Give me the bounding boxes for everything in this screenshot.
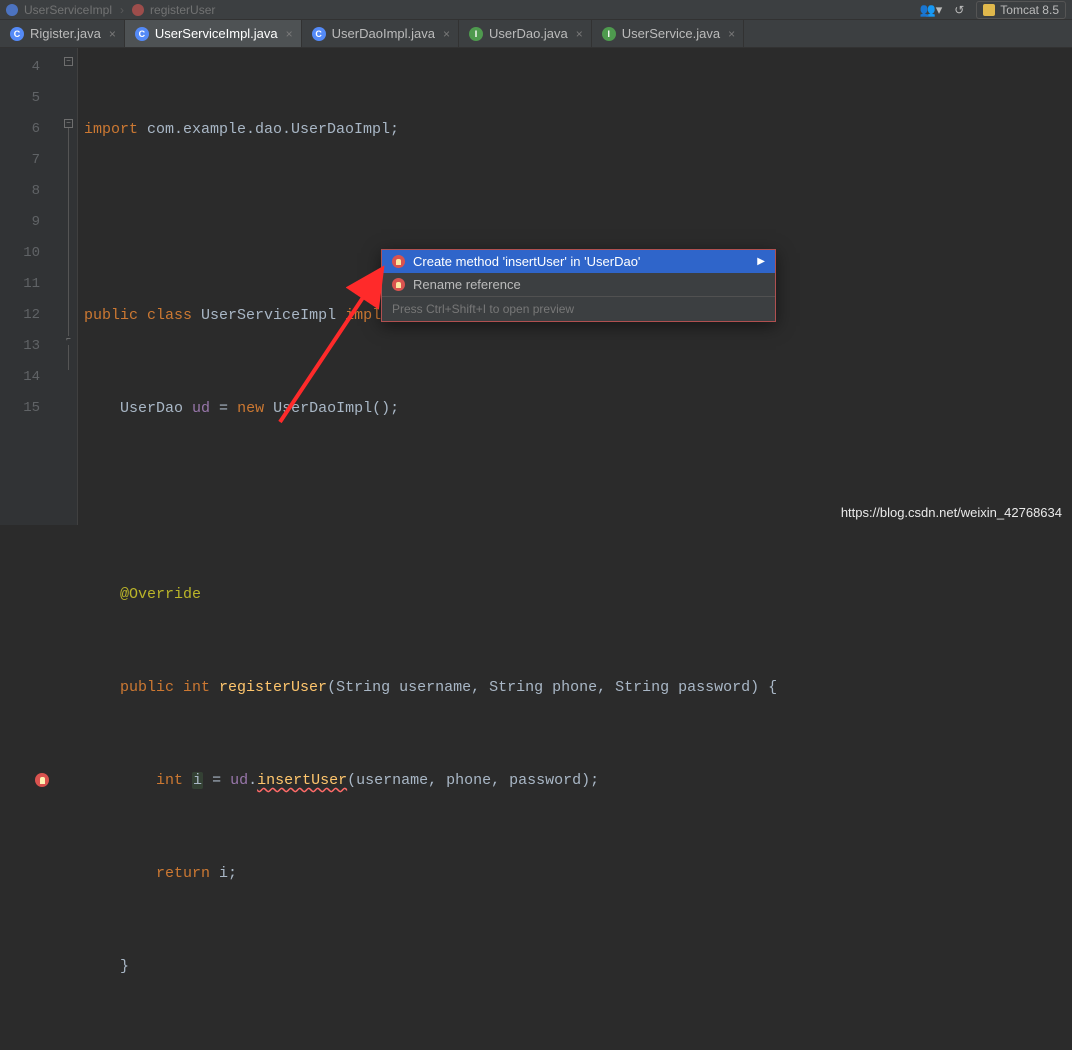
error-bulb-icon: [392, 255, 405, 268]
close-icon[interactable]: ×: [109, 27, 116, 41]
class-file-icon: C: [135, 27, 149, 41]
interface-file-icon: I: [602, 27, 616, 41]
code-field-ref: ud: [230, 772, 248, 789]
line-number: 10: [0, 238, 40, 269]
error-bulb-icon[interactable]: [35, 773, 49, 787]
intention-hint: Press Ctrl+Shift+I to open preview: [382, 296, 775, 321]
line-number: 15: [0, 393, 40, 424]
class-file-icon: C: [312, 27, 326, 41]
code-keyword: new: [237, 400, 264, 417]
line-number: 11: [0, 269, 40, 300]
code-unresolved-method: insertUser: [257, 772, 347, 789]
code-text: =: [203, 772, 230, 789]
chevron-right-icon: ▶: [757, 256, 765, 267]
fold-line: [68, 120, 69, 370]
code-text: i;: [210, 865, 237, 882]
line-number: 5: [0, 83, 40, 114]
breadcrumb-method[interactable]: registerUser: [150, 3, 215, 17]
intention-create-method[interactable]: Create method 'insertUser' in 'UserDao' …: [382, 250, 775, 273]
code-keyword: public: [84, 307, 138, 324]
intention-rename-reference[interactable]: Rename reference: [382, 273, 775, 296]
intention-label: Rename reference: [413, 277, 521, 292]
line-number: 12: [0, 300, 40, 331]
code-text: }: [84, 958, 129, 975]
code-class-name: UserServiceImpl: [192, 307, 345, 324]
code-text: UserDao: [84, 400, 192, 417]
fold-toggle[interactable]: −: [64, 119, 73, 128]
code-text: UserDaoImpl();: [264, 400, 399, 417]
code-text: .: [248, 772, 257, 789]
interface-file-icon: I: [469, 27, 483, 41]
close-icon[interactable]: ×: [443, 27, 450, 41]
code-var: i: [192, 772, 203, 789]
line-number: 8: [0, 176, 40, 207]
editor-tabs: C Rigister.java × C UserServiceImpl.java…: [0, 20, 1072, 48]
code-method: registerUser: [210, 679, 327, 696]
code-keyword: public: [84, 679, 174, 696]
close-icon[interactable]: ×: [286, 27, 293, 41]
code-text: [84, 772, 156, 789]
line-number: 4: [0, 52, 40, 83]
tomcat-icon: [983, 4, 995, 16]
users-icon[interactable]: 👥▾: [920, 2, 943, 18]
tab-label: UserServiceImpl.java: [155, 26, 278, 41]
close-icon[interactable]: ×: [728, 27, 735, 41]
method-icon: [132, 4, 144, 16]
code-keyword: import: [84, 121, 138, 138]
tab-label: UserService.java: [622, 26, 720, 41]
code-keyword: class: [147, 307, 192, 324]
tab-userserviceimpl[interactable]: C UserServiceImpl.java ×: [125, 20, 302, 47]
line-number: 7: [0, 145, 40, 176]
error-bulb-icon: [392, 278, 405, 291]
top-bar: UserServiceImpl › registerUser 👥▾ ↺ Tomc…: [0, 0, 1072, 20]
code-field: ud: [192, 400, 210, 417]
line-number: 13: [0, 331, 40, 362]
code-keyword: int: [156, 772, 183, 789]
code-text: com.example.dao.UserDaoImpl;: [138, 121, 399, 138]
close-icon[interactable]: ×: [576, 27, 583, 41]
code-annotation: @Override: [84, 586, 201, 603]
tab-userdaoimpl[interactable]: C UserDaoImpl.java ×: [302, 20, 459, 47]
sync-icon[interactable]: ↺: [954, 3, 964, 17]
tab-label: UserDaoImpl.java: [332, 26, 435, 41]
code-keyword: int: [174, 679, 210, 696]
tab-label: UserDao.java: [489, 26, 568, 41]
tab-userdao[interactable]: I UserDao.java ×: [459, 20, 592, 47]
breadcrumb-sep: ›: [120, 3, 124, 17]
line-number: 9: [0, 207, 40, 238]
breadcrumb-class[interactable]: UserServiceImpl: [24, 3, 112, 17]
code-text: [84, 865, 156, 882]
fold-toggle[interactable]: −: [64, 57, 73, 66]
code-text: =: [210, 400, 237, 417]
code-text: (String username, String phone, String p…: [327, 679, 777, 696]
watermark: https://blog.csdn.net/weixin_42768634: [841, 505, 1062, 520]
gutter: 4 5 6 7 8 9 10 11 12 13 14 15: [0, 48, 60, 525]
code-text: [183, 772, 192, 789]
class-file-icon: C: [10, 27, 24, 41]
fold-end: ⌐: [64, 336, 73, 345]
run-configuration[interactable]: Tomcat 8.5: [976, 1, 1066, 19]
tab-rigister[interactable]: C Rigister.java ×: [0, 20, 125, 47]
code-text: (username, phone, password);: [347, 772, 599, 789]
run-config-label: Tomcat 8.5: [1000, 3, 1059, 17]
fold-column[interactable]: − − ⌐: [60, 48, 78, 525]
intention-label: Create method 'insertUser' in 'UserDao': [413, 254, 640, 269]
line-number: 6: [0, 114, 40, 145]
code-keyword: return: [156, 865, 210, 882]
tab-userservice[interactable]: I UserService.java ×: [592, 20, 744, 47]
toolbar-right: 👥▾ ↺ Tomcat 8.5: [920, 1, 1066, 19]
class-icon: [6, 4, 18, 16]
tab-label: Rigister.java: [30, 26, 101, 41]
breadcrumb: UserServiceImpl › registerUser: [6, 3, 215, 17]
intention-menu: Create method 'insertUser' in 'UserDao' …: [381, 249, 776, 322]
line-number: 14: [0, 362, 40, 393]
